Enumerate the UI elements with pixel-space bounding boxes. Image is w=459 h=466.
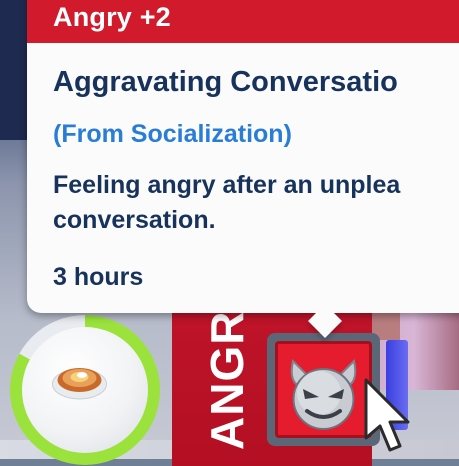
moodlet-source: (From Socialization) (53, 120, 292, 148)
moodlet-duration: 3 hours (53, 263, 144, 291)
food-pie-icon (52, 368, 107, 400)
moodlet-description: Feeling angry after an unplea conversati… (53, 171, 401, 234)
mood-panel-label: ANGRY (201, 300, 250, 450)
moodlet-button[interactable] (275, 341, 372, 438)
angry-devil-icon (290, 359, 357, 430)
mouse-cursor-icon (364, 378, 410, 452)
need-gauge[interactable] (10, 315, 160, 465)
moodlet-name: Aggravating Conversatio (53, 66, 398, 98)
background-wall (0, 0, 30, 140)
need-gauge-face (22, 327, 148, 453)
mood-title: Angry +2 (53, 2, 171, 32)
tooltip-header: Angry +2 (27, 0, 459, 43)
moodlet-tooltip: Angry +2 Aggravating Conversatio (From S… (27, 0, 459, 313)
